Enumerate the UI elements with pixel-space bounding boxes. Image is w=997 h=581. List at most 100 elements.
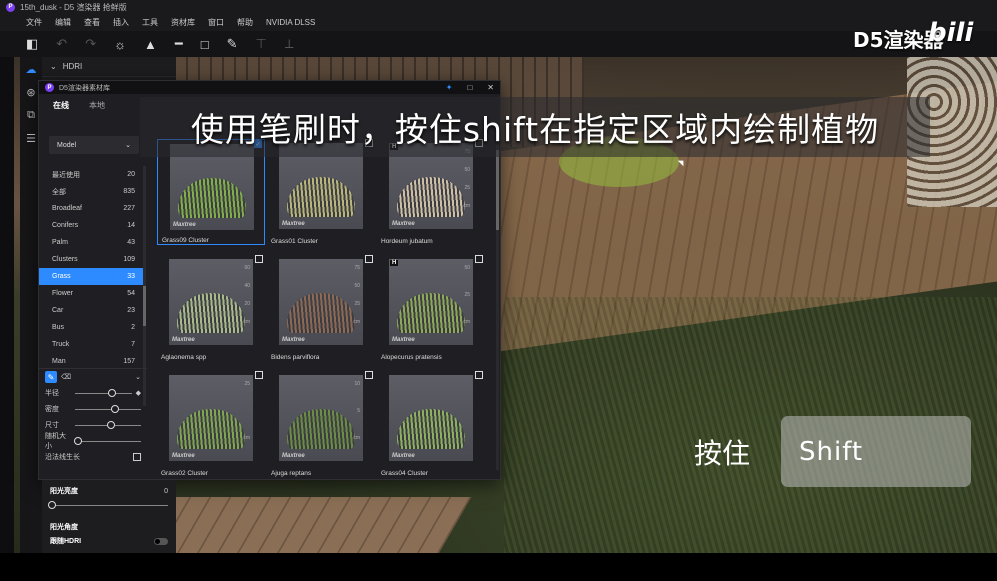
- menu-item[interactable]: NVIDIA DLSS: [266, 18, 315, 27]
- chevron-down-icon[interactable]: ⌄: [135, 373, 141, 381]
- brush-icon[interactable]: ✎: [45, 371, 57, 383]
- close-icon[interactable]: ✕: [487, 83, 494, 92]
- material-icon[interactable]: ⊛: [26, 86, 35, 99]
- slider-knob[interactable]: [110, 404, 119, 413]
- eraser-icon[interactable]: ⌫: [61, 373, 71, 381]
- redo-icon[interactable]: ↷: [85, 36, 96, 52]
- asset-card[interactable]: Maxtree 75 50 25 cm Bidens parviflora: [267, 255, 375, 361]
- menu-item[interactable]: 帮助: [237, 17, 253, 28]
- panel-toggle-icon[interactable]: ◧: [26, 36, 38, 52]
- tab-local[interactable]: 本地: [89, 100, 105, 111]
- ruler-tick: 50: [464, 167, 470, 173]
- menu-item[interactable]: 编辑: [55, 17, 71, 28]
- select-checkbox[interactable]: [255, 371, 263, 379]
- sun-brightness-slider[interactable]: [48, 500, 168, 509]
- pin-icon[interactable]: ✦: [446, 83, 453, 92]
- asset-thumbnail: Maxtree 50 25 cm H: [389, 259, 473, 345]
- ruler-tick: 50: [354, 283, 360, 289]
- layers-icon[interactable]: ⧉: [27, 109, 35, 122]
- undo-icon[interactable]: ↶: [56, 36, 67, 52]
- brush-slider[interactable]: [75, 404, 141, 413]
- ruler-tick: 20: [244, 301, 250, 307]
- select-checkbox[interactable]: [365, 371, 373, 379]
- scale-ruler: 75 50 25 cm: [350, 265, 360, 325]
- category-item[interactable]: Car 23: [39, 302, 143, 319]
- asset-card[interactable]: Maxtree 25 cm Grass02 Cluster: [157, 371, 265, 477]
- tab-online[interactable]: 在线: [53, 100, 69, 111]
- menu-item[interactable]: 插入: [113, 17, 129, 28]
- menu-item[interactable]: 窗口: [208, 17, 224, 28]
- asset-card[interactable]: Maxtree 50 25 cm H Alopecurus pratensis: [377, 255, 485, 361]
- toolbar: ◧ ↶ ↷ ☼ ▲ ━ □ ✎ ⊤ ⟂: [0, 31, 997, 57]
- asset-thumbnail: Maxtree 25 cm: [169, 375, 253, 461]
- brush-slider[interactable]: [74, 436, 141, 445]
- slider-knob[interactable]: [74, 436, 83, 445]
- category-item[interactable]: Conifers 14: [39, 217, 143, 234]
- paint-icon[interactable]: ⊤: [256, 36, 267, 52]
- select-checkbox[interactable]: [475, 255, 483, 263]
- ruler-tick: 25: [464, 185, 470, 191]
- model-type-select[interactable]: Model ⌄: [49, 136, 139, 154]
- fill-icon[interactable]: ◆: [136, 389, 141, 397]
- slider-knob[interactable]: [107, 420, 116, 429]
- asset-card[interactable]: Maxtree 10 5 cm Ajuga reptans: [267, 371, 375, 477]
- maximize-icon[interactable]: □: [467, 83, 472, 92]
- sun-brightness-label: 阳光亮度: [50, 488, 78, 495]
- category-item[interactable]: 最近使用 20: [39, 166, 143, 183]
- rectangle-icon[interactable]: □: [201, 37, 209, 52]
- brush-slider-row: 密度: [39, 401, 147, 417]
- category-item[interactable]: Truck 7: [39, 336, 143, 353]
- menu-item[interactable]: 工具: [142, 17, 158, 28]
- line-icon[interactable]: ━: [175, 36, 183, 52]
- asset-name: Bidens parviflora: [271, 354, 320, 361]
- category-item[interactable]: Palm 43: [39, 234, 143, 251]
- list-icon[interactable]: ☰: [26, 132, 36, 145]
- asset-scrollbar[interactable]: [496, 140, 499, 470]
- measure-icon[interactable]: ⟂: [285, 36, 294, 52]
- ruler-tick: 75: [354, 265, 360, 271]
- brush-slider[interactable]: [75, 388, 132, 397]
- ruler-tick: 25: [244, 381, 250, 387]
- chevron-down-icon: ⌄: [50, 62, 57, 71]
- category-name: Broadleaf: [52, 205, 82, 212]
- normal-growth-label: 沿法线生长: [45, 454, 80, 461]
- ruler-tick: cm: [243, 319, 250, 325]
- light-icon[interactable]: ▲: [144, 37, 157, 52]
- hdri-header[interactable]: ⌄ HDRI: [42, 57, 176, 77]
- brush-slider-label: 半径: [45, 390, 59, 397]
- normal-growth-checkbox[interactable]: [133, 453, 141, 461]
- category-item[interactable]: Flower 54: [39, 285, 143, 302]
- category-item[interactable]: Bus 2: [39, 319, 143, 336]
- ruler-tick: cm: [243, 435, 250, 441]
- ruler-tick: 5: [357, 408, 360, 414]
- menu-item[interactable]: 查看: [84, 17, 100, 28]
- category-item[interactable]: Broadleaf 227: [39, 200, 143, 217]
- ruler-tick: cm: [463, 203, 470, 209]
- asset-name: Ajuga reptans: [271, 470, 312, 477]
- sun-icon[interactable]: ☼: [114, 37, 126, 52]
- asset-card[interactable]: Maxtree 60 40 20 cm Aglaonema spp: [157, 255, 265, 361]
- plant-image: [287, 409, 355, 449]
- plant-image: [397, 409, 465, 449]
- select-checkbox[interactable]: [255, 255, 263, 263]
- menu-item[interactable]: 资材库: [171, 17, 195, 28]
- category-item[interactable]: 全部 835: [39, 183, 143, 200]
- category-list: 最近使用 20 全部 835 Broadleaf 227 Conifers 14 Palm 43 C…: [39, 166, 143, 370]
- eyedropper-icon[interactable]: ✎: [227, 36, 238, 52]
- slider-knob[interactable]: [107, 388, 116, 397]
- select-checkbox[interactable]: [365, 255, 373, 263]
- ruler-tick: 25: [464, 292, 470, 298]
- category-count: 835: [123, 188, 135, 195]
- menu-item[interactable]: 文件: [26, 17, 42, 28]
- category-count: 157: [123, 358, 135, 365]
- asset-name: Grass01 Cluster: [271, 238, 318, 245]
- follow-hdri-toggle[interactable]: [154, 537, 168, 545]
- select-checkbox[interactable]: [475, 371, 483, 379]
- brush-slider[interactable]: [75, 420, 141, 429]
- brand-label: Maxtree: [172, 337, 195, 343]
- asset-card[interactable]: Maxtree Grass04 Cluster: [377, 371, 485, 477]
- cloud-icon[interactable]: ☁: [26, 63, 37, 76]
- category-item[interactable]: Grass 33: [39, 268, 143, 285]
- category-item[interactable]: Clusters 109: [39, 251, 143, 268]
- asset-thumbnail: Maxtree: [389, 375, 473, 461]
